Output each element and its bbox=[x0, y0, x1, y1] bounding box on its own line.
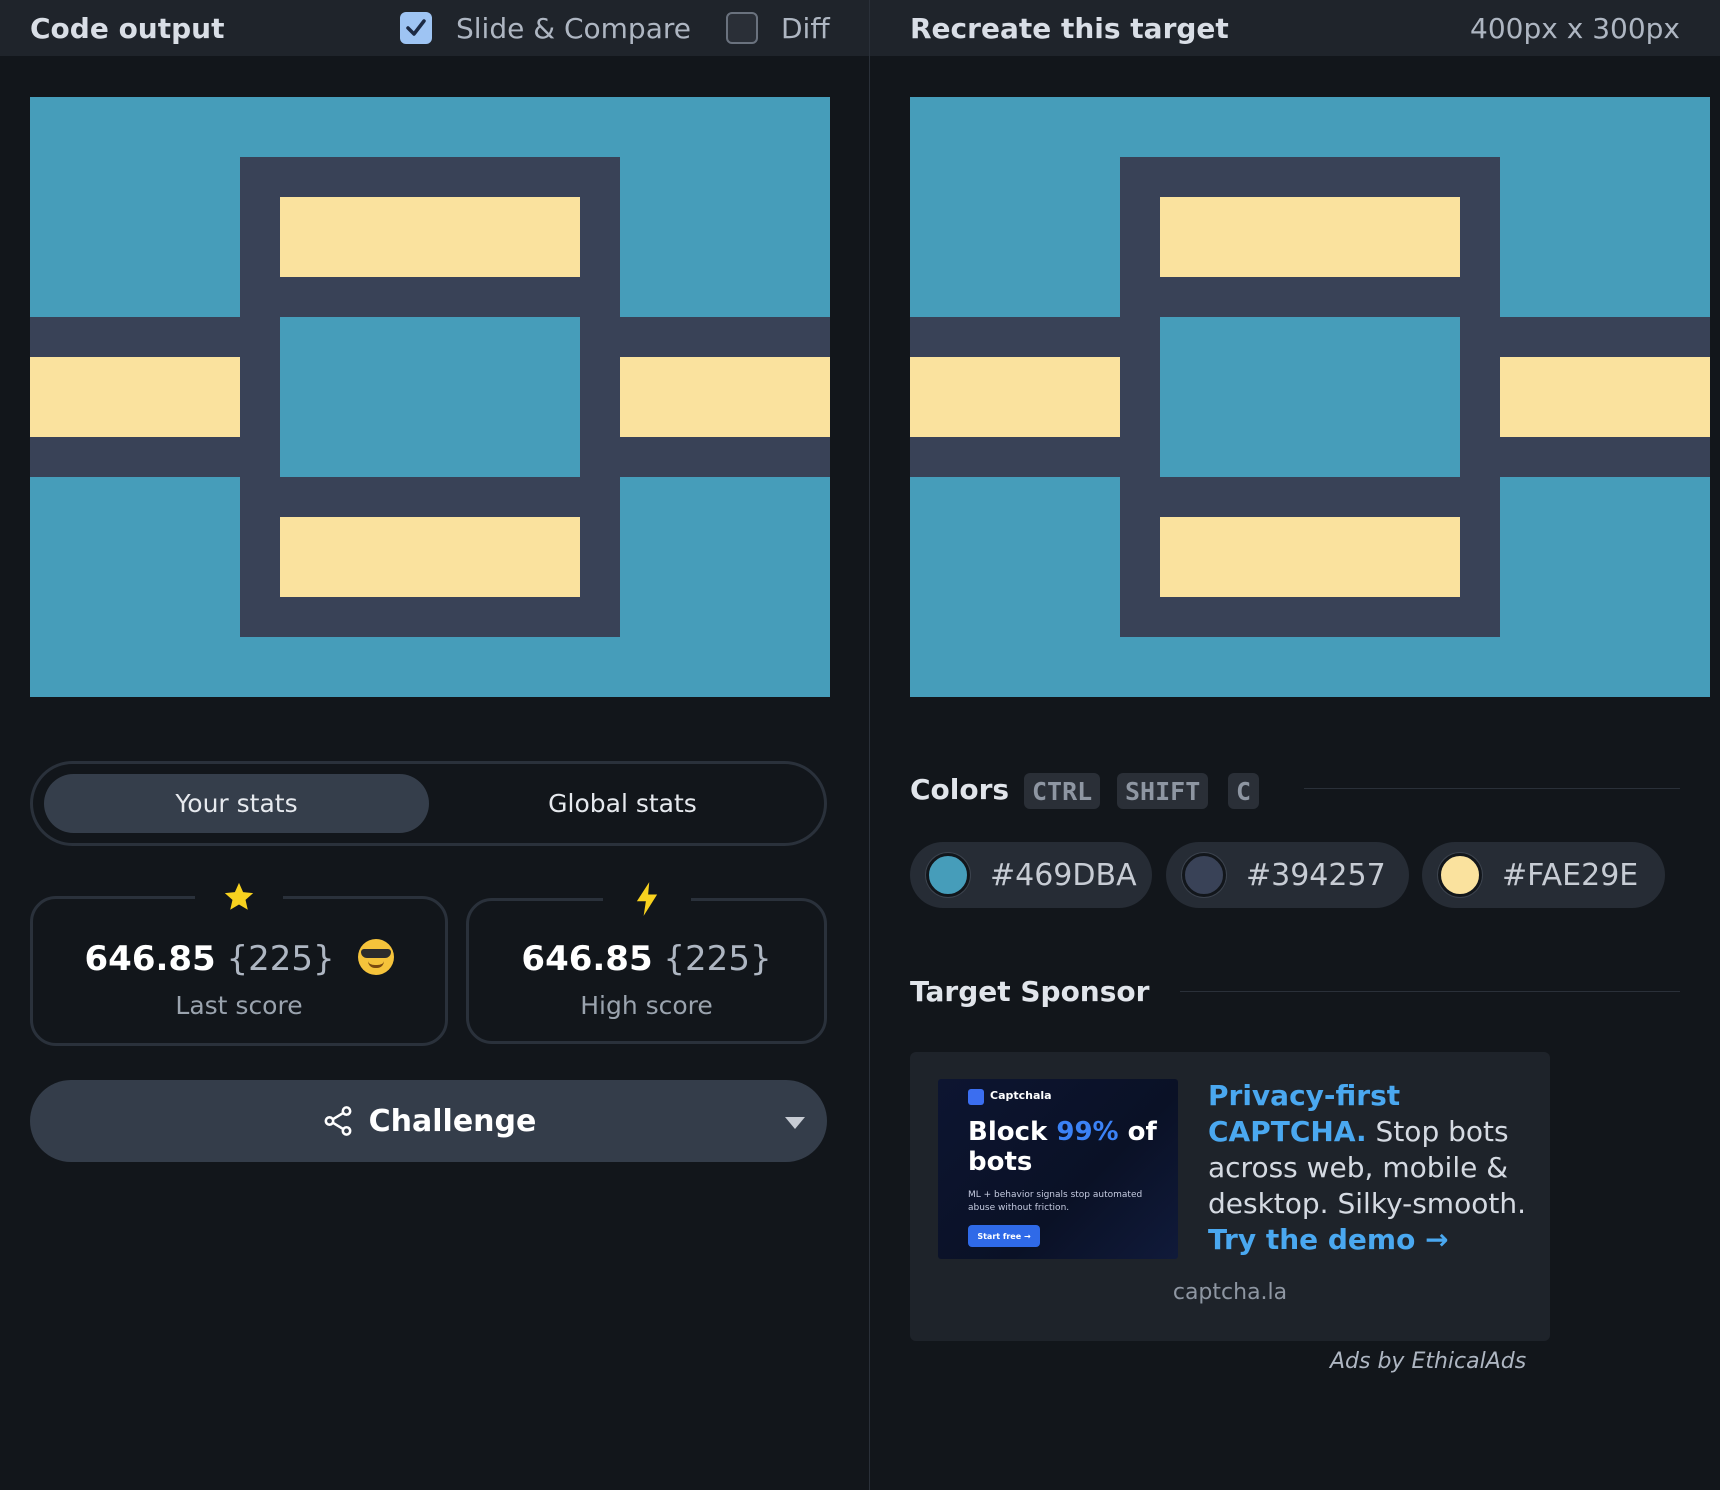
color-dot bbox=[1438, 853, 1482, 897]
code-output-title: Code output bbox=[30, 11, 225, 45]
target-header: Recreate this target 400px x 300px bbox=[870, 0, 1720, 56]
challenge-button[interactable]: Challenge bbox=[30, 1080, 827, 1162]
kbd-ctrl: CTRL bbox=[1024, 773, 1101, 809]
challenge-label: Challenge bbox=[368, 1103, 537, 1139]
kbd-c: C bbox=[1228, 773, 1260, 809]
ad-cta-button[interactable]: Start free → bbox=[968, 1225, 1040, 1247]
high-score-value: 646.85 {225} bbox=[469, 939, 824, 979]
sponsor-title: Target Sponsor bbox=[910, 975, 1150, 1008]
high-score-card: 646.85 {225} High score bbox=[466, 875, 827, 1044]
sponsor-divider bbox=[1180, 991, 1680, 992]
last-score-number: 646.85 bbox=[84, 939, 216, 979]
diff-label[interactable]: Diff bbox=[781, 12, 830, 45]
blue-center-block bbox=[1160, 317, 1460, 477]
target-canvas[interactable] bbox=[910, 97, 1710, 697]
captchala-logo-icon bbox=[968, 1089, 984, 1105]
tab-global-stats[interactable]: Global stats bbox=[430, 774, 815, 833]
target-title: Recreate this target bbox=[910, 11, 1229, 45]
light-top-bar bbox=[1160, 197, 1460, 277]
ad-fine-print: ML + behavior signals stop automated abu… bbox=[968, 1190, 1143, 1213]
code-output-header: Code output Slide & Compare Diff bbox=[0, 0, 869, 56]
ad-brand: Captchala bbox=[990, 1089, 1052, 1102]
swatch-light[interactable]: #FAE29E bbox=[1422, 842, 1665, 908]
code-output-pane: Code output Slide & Compare Diff Your st… bbox=[0, 0, 869, 1490]
last-score-label: Last score bbox=[175, 991, 303, 1020]
swatch-hex: #394257 bbox=[1246, 857, 1386, 893]
kbd-shift: SHIFT bbox=[1117, 773, 1209, 809]
colors-divider bbox=[1304, 788, 1680, 789]
star-icon bbox=[195, 873, 283, 921]
target-dimensions: 400px x 300px bbox=[1470, 11, 1680, 45]
chevron-down-icon[interactable] bbox=[785, 1117, 805, 1129]
sponsor-ad[interactable]: Captchala Block 99% of bots ML + behavio… bbox=[910, 1052, 1550, 1341]
color-dot bbox=[926, 853, 970, 897]
ad-copy-link: Try the demo → bbox=[1208, 1223, 1449, 1256]
code-output-canvas[interactable] bbox=[30, 97, 830, 697]
checkmark-icon bbox=[406, 19, 426, 36]
last-score-value: 646.85 {225} bbox=[33, 939, 445, 979]
slide-compare-label[interactable]: Slide & Compare bbox=[456, 12, 691, 45]
high-score-count: {225} bbox=[663, 939, 772, 979]
light-bottom-bar bbox=[1160, 517, 1460, 597]
blue-center-block bbox=[280, 317, 580, 477]
ad-domain[interactable]: captcha.la bbox=[910, 1280, 1550, 1305]
high-score-number: 646.85 bbox=[521, 939, 653, 979]
last-score-count: {225} bbox=[226, 939, 335, 979]
ad-copy[interactable]: Privacy-first CAPTCHA. Stop bots across … bbox=[1208, 1078, 1528, 1258]
lightning-icon bbox=[602, 875, 691, 923]
swatch-dark[interactable]: #394257 bbox=[1166, 842, 1409, 908]
swatch-blue[interactable]: #469DBA bbox=[910, 842, 1152, 908]
color-dot bbox=[1182, 853, 1226, 897]
light-top-bar bbox=[280, 197, 580, 277]
colors-title: Colors bbox=[910, 773, 1010, 806]
sunglasses-emoji-icon bbox=[357, 939, 394, 975]
diff-checkbox[interactable] bbox=[726, 12, 758, 44]
ad-credit[interactable]: Ads by EthicalAds bbox=[1330, 1349, 1526, 1374]
target-pane: Recreate this target 400px x 300px Color… bbox=[870, 0, 1720, 1490]
light-bottom-bar bbox=[280, 517, 580, 597]
swatch-hex: #FAE29E bbox=[1502, 857, 1639, 893]
high-score-label: High score bbox=[580, 991, 713, 1020]
tab-your-stats[interactable]: Your stats bbox=[44, 774, 429, 833]
swatch-hex: #469DBA bbox=[990, 857, 1137, 893]
share-icon bbox=[324, 1106, 352, 1136]
ad-headline: Block 99% of bots bbox=[968, 1117, 1157, 1177]
slide-compare-checkbox[interactable] bbox=[400, 12, 432, 44]
stats-toggle: Your stats Global stats bbox=[30, 761, 827, 846]
ad-image[interactable]: Captchala Block 99% of bots ML + behavio… bbox=[938, 1079, 1178, 1259]
last-score-card: 646.85 {225} Last score bbox=[30, 873, 448, 1046]
